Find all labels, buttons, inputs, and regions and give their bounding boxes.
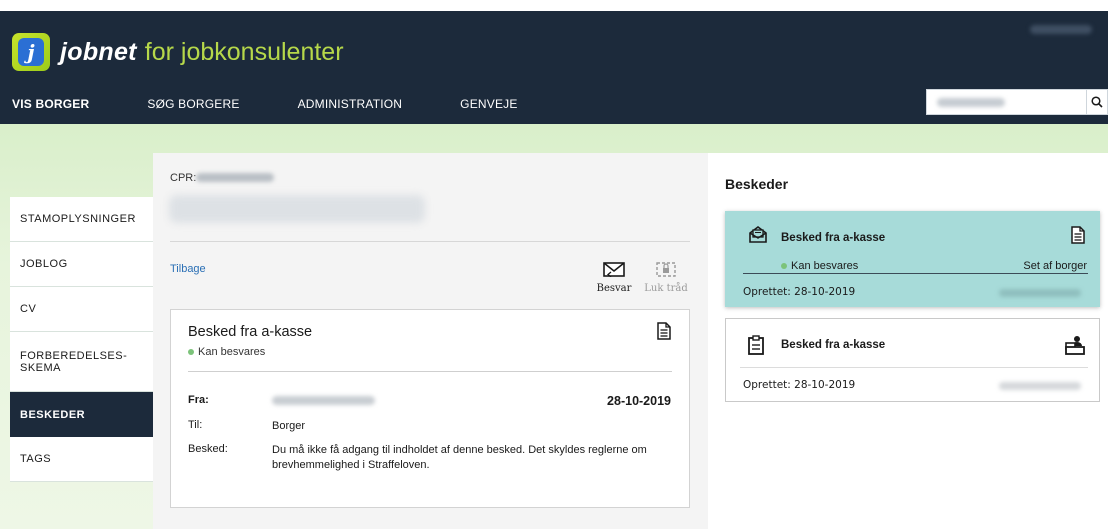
sidebar-item-tags[interactable]: TAGS: [10, 437, 153, 482]
thread-title: Besked fra a-kasse: [781, 232, 886, 244]
message-thread-item[interactable]: Besked fra a-kasse Oprettet: 28-10-2019: [725, 318, 1100, 402]
thread-status-text: Kan besvares: [791, 260, 859, 272]
messages-panel-title: Beskeder: [725, 176, 789, 192]
to-value: Borger: [272, 420, 306, 432]
nav-item-label: GENVEJE: [460, 97, 518, 111]
clipboard-icon: [748, 335, 764, 360]
main-nav: VIS BORGER SØG BORGERE ADMINISTRATION GE…: [0, 84, 574, 124]
redacted-search-value: [937, 98, 1005, 107]
message-detail-panel: CPR: Tilbage Besvar Luk tråd Besked fra …: [153, 153, 708, 529]
status-dot-icon: [188, 349, 194, 355]
reply-envelope-icon: [603, 262, 625, 278]
reply-label: Besvar: [596, 283, 632, 294]
to-label: Til:: [188, 419, 203, 431]
logo-name: jobnet: [60, 37, 137, 66]
citizen-sidebar: STAMOPLYSNINGER JOBLOG CV FORBEREDELSES-…: [10, 197, 153, 482]
sidebar-item-label: CV: [20, 303, 37, 315]
close-thread-label: Luk tråd: [644, 283, 688, 294]
divider: [740, 367, 1088, 368]
message-card: Besked fra a-kasse Kan besvares Fra: 28-…: [170, 309, 690, 508]
body-label: Besked:: [188, 443, 228, 455]
sidebar-item-label: BESKEDER: [20, 408, 86, 421]
divider: [170, 241, 690, 242]
messages-list-panel: Beskeder Besked fra a-kasse Kan besvares: [708, 153, 1108, 529]
inbox-user-icon: [1065, 335, 1085, 360]
document-icon: [657, 322, 671, 345]
message-body: Du må ikke få adgang til indholdet af de…: [272, 444, 647, 471]
sidebar-item-label: JOBLOG: [20, 258, 68, 270]
nav-genveje[interactable]: GENVEJE: [458, 84, 519, 124]
thread-created: Oprettet: 28-10-2019: [743, 286, 856, 298]
top-strip: [0, 0, 1108, 11]
back-link[interactable]: Tilbage: [170, 263, 206, 275]
thread-created: Oprettet: 28-10-2019: [743, 379, 856, 391]
redacted-user-name[interactable]: [1030, 25, 1092, 34]
nav-administration[interactable]: ADMINISTRATION: [296, 84, 405, 124]
sidebar-item-cv[interactable]: CV: [10, 287, 153, 332]
document-icon: [1071, 226, 1085, 249]
search-box: [926, 89, 1108, 115]
logo-badge-letter: j: [18, 38, 44, 66]
divider: [188, 371, 672, 372]
sidebar-item-joblog[interactable]: JOBLOG: [10, 242, 153, 287]
nav-item-label: ADMINISTRATION: [297, 97, 403, 111]
search-icon[interactable]: [1087, 90, 1107, 114]
sidebar-item-label: FORBEREDELSES- SKEMA: [20, 349, 128, 374]
message-thread-item[interactable]: Besked fra a-kasse Kan besvares Set af b…: [725, 211, 1100, 307]
thread-status: Kan besvares: [781, 260, 858, 272]
jobnet-logo[interactable]: j jobnet for jobkonsulenter: [12, 33, 344, 71]
sidebar-item-beskeder[interactable]: BESKEDER: [10, 392, 153, 437]
open-envelope-icon: [748, 226, 768, 249]
status-dot-icon: [781, 263, 787, 269]
lock-thread-icon: [656, 262, 676, 277]
reply-button[interactable]: Besvar: [594, 261, 634, 294]
sidebar-item-label: TAGS: [20, 453, 52, 465]
sidebar-item-forberedelsesskema[interactable]: FORBEREDELSES- SKEMA: [10, 332, 153, 392]
message-date: 28-10-2019: [607, 394, 671, 408]
redacted-sender: [272, 396, 375, 405]
nav-vis-borger[interactable]: VIS BORGER: [10, 84, 91, 124]
cpr-label: CPR:: [170, 172, 197, 184]
divider: [743, 273, 1088, 274]
from-label: Fra:: [188, 394, 209, 406]
redacted-sender: [999, 382, 1081, 390]
nav-soeg-borgere[interactable]: SØG BORGERE: [145, 84, 241, 124]
thread-title: Besked fra a-kasse: [781, 339, 886, 351]
nav-item-label: SØG BORGERE: [147, 97, 240, 111]
message-status: Kan besvares: [188, 346, 265, 358]
message-title: Besked fra a-kasse: [188, 324, 313, 340]
sidebar-item-stamoplysninger[interactable]: STAMOPLYSNINGER: [10, 197, 153, 242]
redacted-citizen-name: [169, 195, 425, 223]
redacted-cpr-number: [196, 173, 274, 182]
redacted-sender: [999, 289, 1081, 297]
nav-item-label: VIS BORGER: [12, 97, 90, 111]
logo-subtitle: for jobkonsulenter: [144, 37, 344, 66]
message-status-text: Kan besvares: [198, 346, 266, 358]
seen-by-citizen: Set af borger: [1023, 260, 1087, 272]
sidebar-item-label: STAMOPLYSNINGER: [20, 213, 136, 225]
close-thread-button[interactable]: Luk tråd: [641, 261, 691, 294]
logo-badge-icon: j: [12, 33, 50, 71]
